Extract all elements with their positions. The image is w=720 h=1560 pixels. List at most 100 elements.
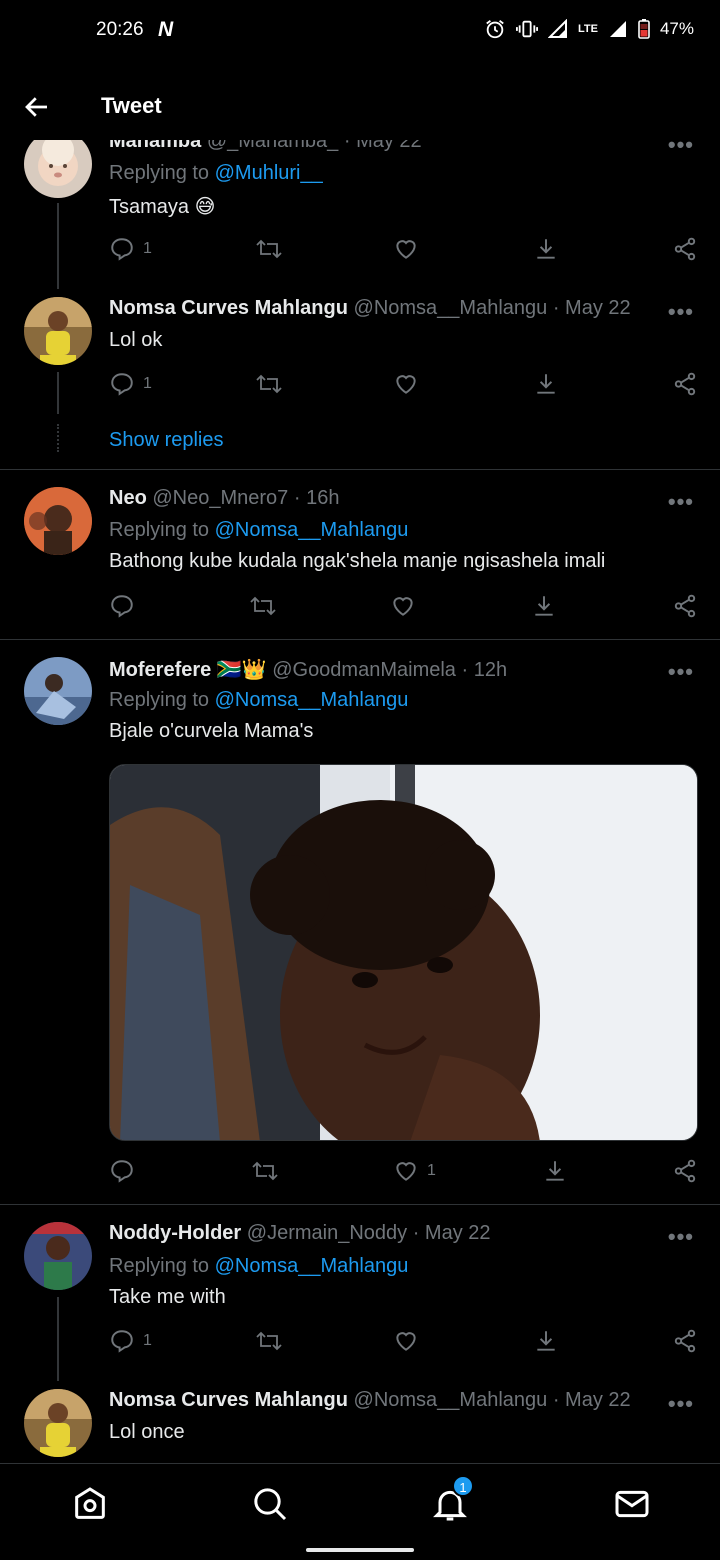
replying-to: Replying to @Nomsa__Mahlangu [109,519,408,542]
tip-button[interactable] [542,1158,568,1184]
tweet-time: · May 22 [412,1222,491,1244]
show-replies-link[interactable]: Show replies [109,429,224,452]
author-name[interactable]: Moferefere [109,659,211,681]
reply-button[interactable]: 1 [109,1328,152,1354]
retweet-icon [256,1331,282,1351]
heart-icon [396,375,416,394]
messages-icon[interactable] [612,1484,652,1524]
avatar[interactable] [24,487,92,555]
replying-to: Replying to @Nomsa__Mahlangu [109,1255,408,1278]
replying-handle[interactable]: @Muhluri__ [215,162,323,184]
download-icon [546,1161,564,1181]
home-indicator[interactable] [306,1548,414,1552]
avatar[interactable] [24,297,92,365]
like-button[interactable] [393,236,419,262]
like-button[interactable] [393,371,419,397]
tweet-time: · May 22 [552,297,631,319]
author-name[interactable]: Neo [109,487,147,509]
emoji: 😅 [194,196,216,218]
more-options-button[interactable]: ••• [668,299,694,325]
bottom-navigation [0,1463,720,1560]
page-title: Tweet [101,93,162,118]
reply-button[interactable] [109,1158,135,1184]
download-icon [537,374,555,394]
share-icon [674,372,696,396]
heart-icon [396,1332,416,1351]
more-options-button[interactable]: ••• [668,1224,694,1250]
avatar[interactable] [24,130,92,198]
more-options-button[interactable]: ••• [668,659,694,685]
home-icon[interactable] [70,1484,110,1524]
replying-to: Replying to @Muhluri__ [109,162,323,185]
like-button[interactable] [390,593,416,619]
reply-button[interactable]: 1 [109,371,152,397]
tweet-image[interactable] [109,764,698,1141]
heart-icon [396,1162,416,1181]
divider [0,639,720,640]
tweet-meta: Neo @Neo_Mnero7 · 16h [109,487,339,510]
author-handle: @Neo_Mnero7 [152,487,289,509]
retweet-icon [250,596,276,616]
author-name[interactable]: Noddy-Holder [109,1222,241,1244]
like-button[interactable]: 1 [393,1158,436,1184]
tweet-actions [109,593,699,623]
avatar[interactable] [24,657,92,725]
share-icon [674,594,696,618]
replying-label: Replying to [109,1255,215,1277]
tip-button[interactable] [533,1328,559,1354]
more-options-button[interactable]: ••• [668,489,694,515]
author-name[interactable]: Nomsa Curves Mahlangu [109,1389,348,1411]
replying-label: Replying to [109,519,215,541]
share-icon [674,1329,696,1353]
share-button[interactable] [672,593,698,619]
author-handle: @Nomsa__Mahlangu [353,297,548,319]
avatar[interactable] [24,1389,92,1457]
tweet-text: Bathong kube kudala ngak'shela manje ngi… [109,550,606,572]
retweet-button[interactable] [255,1328,283,1354]
retweet-button[interactable] [251,1158,279,1184]
arrow-left-icon[interactable] [22,92,52,122]
download-icon [537,239,555,259]
reply-button[interactable]: 1 [109,236,152,262]
avatar[interactable] [24,1222,92,1290]
like-button[interactable] [393,1328,419,1354]
replying-handle[interactable]: @Nomsa__Mahlangu [215,519,409,541]
reply-button[interactable] [109,593,135,619]
app-header: Tweet [0,72,720,140]
heart-icon [396,240,416,259]
tweet-time: · 12h [461,659,508,681]
author-name[interactable]: Nomsa Curves Mahlangu [109,297,348,319]
tweet-time: · May 22 [552,1389,631,1411]
author-flags: 🇿🇦👑 [216,659,267,681]
tip-button[interactable] [533,236,559,262]
more-options-button[interactable]: ••• [668,1391,694,1417]
retweet-button[interactable] [255,371,283,397]
replying-handle[interactable]: @Nomsa__Mahlangu [215,689,409,711]
tip-button[interactable] [531,593,557,619]
heart-icon [393,597,413,616]
share-button[interactable] [672,1328,698,1354]
retweet-button[interactable] [255,236,283,262]
conversation-feed[interactable]: Mahamba @_Mahamba_ · May 22 ••• Replying… [0,0,720,1560]
reply-icon [111,1330,133,1353]
tweet-meta: Nomsa Curves Mahlangu @Nomsa__Mahlangu ·… [109,1389,631,1412]
tweet-text: Take me with [109,1286,226,1308]
thread-line [57,372,59,414]
tweet-meta: Nomsa Curves Mahlangu @Nomsa__Mahlangu ·… [109,297,631,320]
search-icon[interactable] [250,1484,290,1524]
author-handle: @Nomsa__Mahlangu [353,1389,548,1411]
retweet-icon [252,1161,278,1181]
tweet-text: Lol once [109,1421,185,1443]
thread-line-dotted [57,424,59,452]
tip-button[interactable] [533,371,559,397]
retweet-button[interactable] [249,593,277,619]
reply-icon [111,1160,133,1183]
reply-count: 1 [143,375,152,392]
share-button[interactable] [672,371,698,397]
share-button[interactable] [672,1158,698,1184]
thread-line [57,1297,59,1381]
reply-icon [111,595,133,618]
share-button[interactable] [672,236,698,262]
replying-handle[interactable]: @Nomsa__Mahlangu [215,1255,409,1277]
replying-label: Replying to [109,162,215,184]
